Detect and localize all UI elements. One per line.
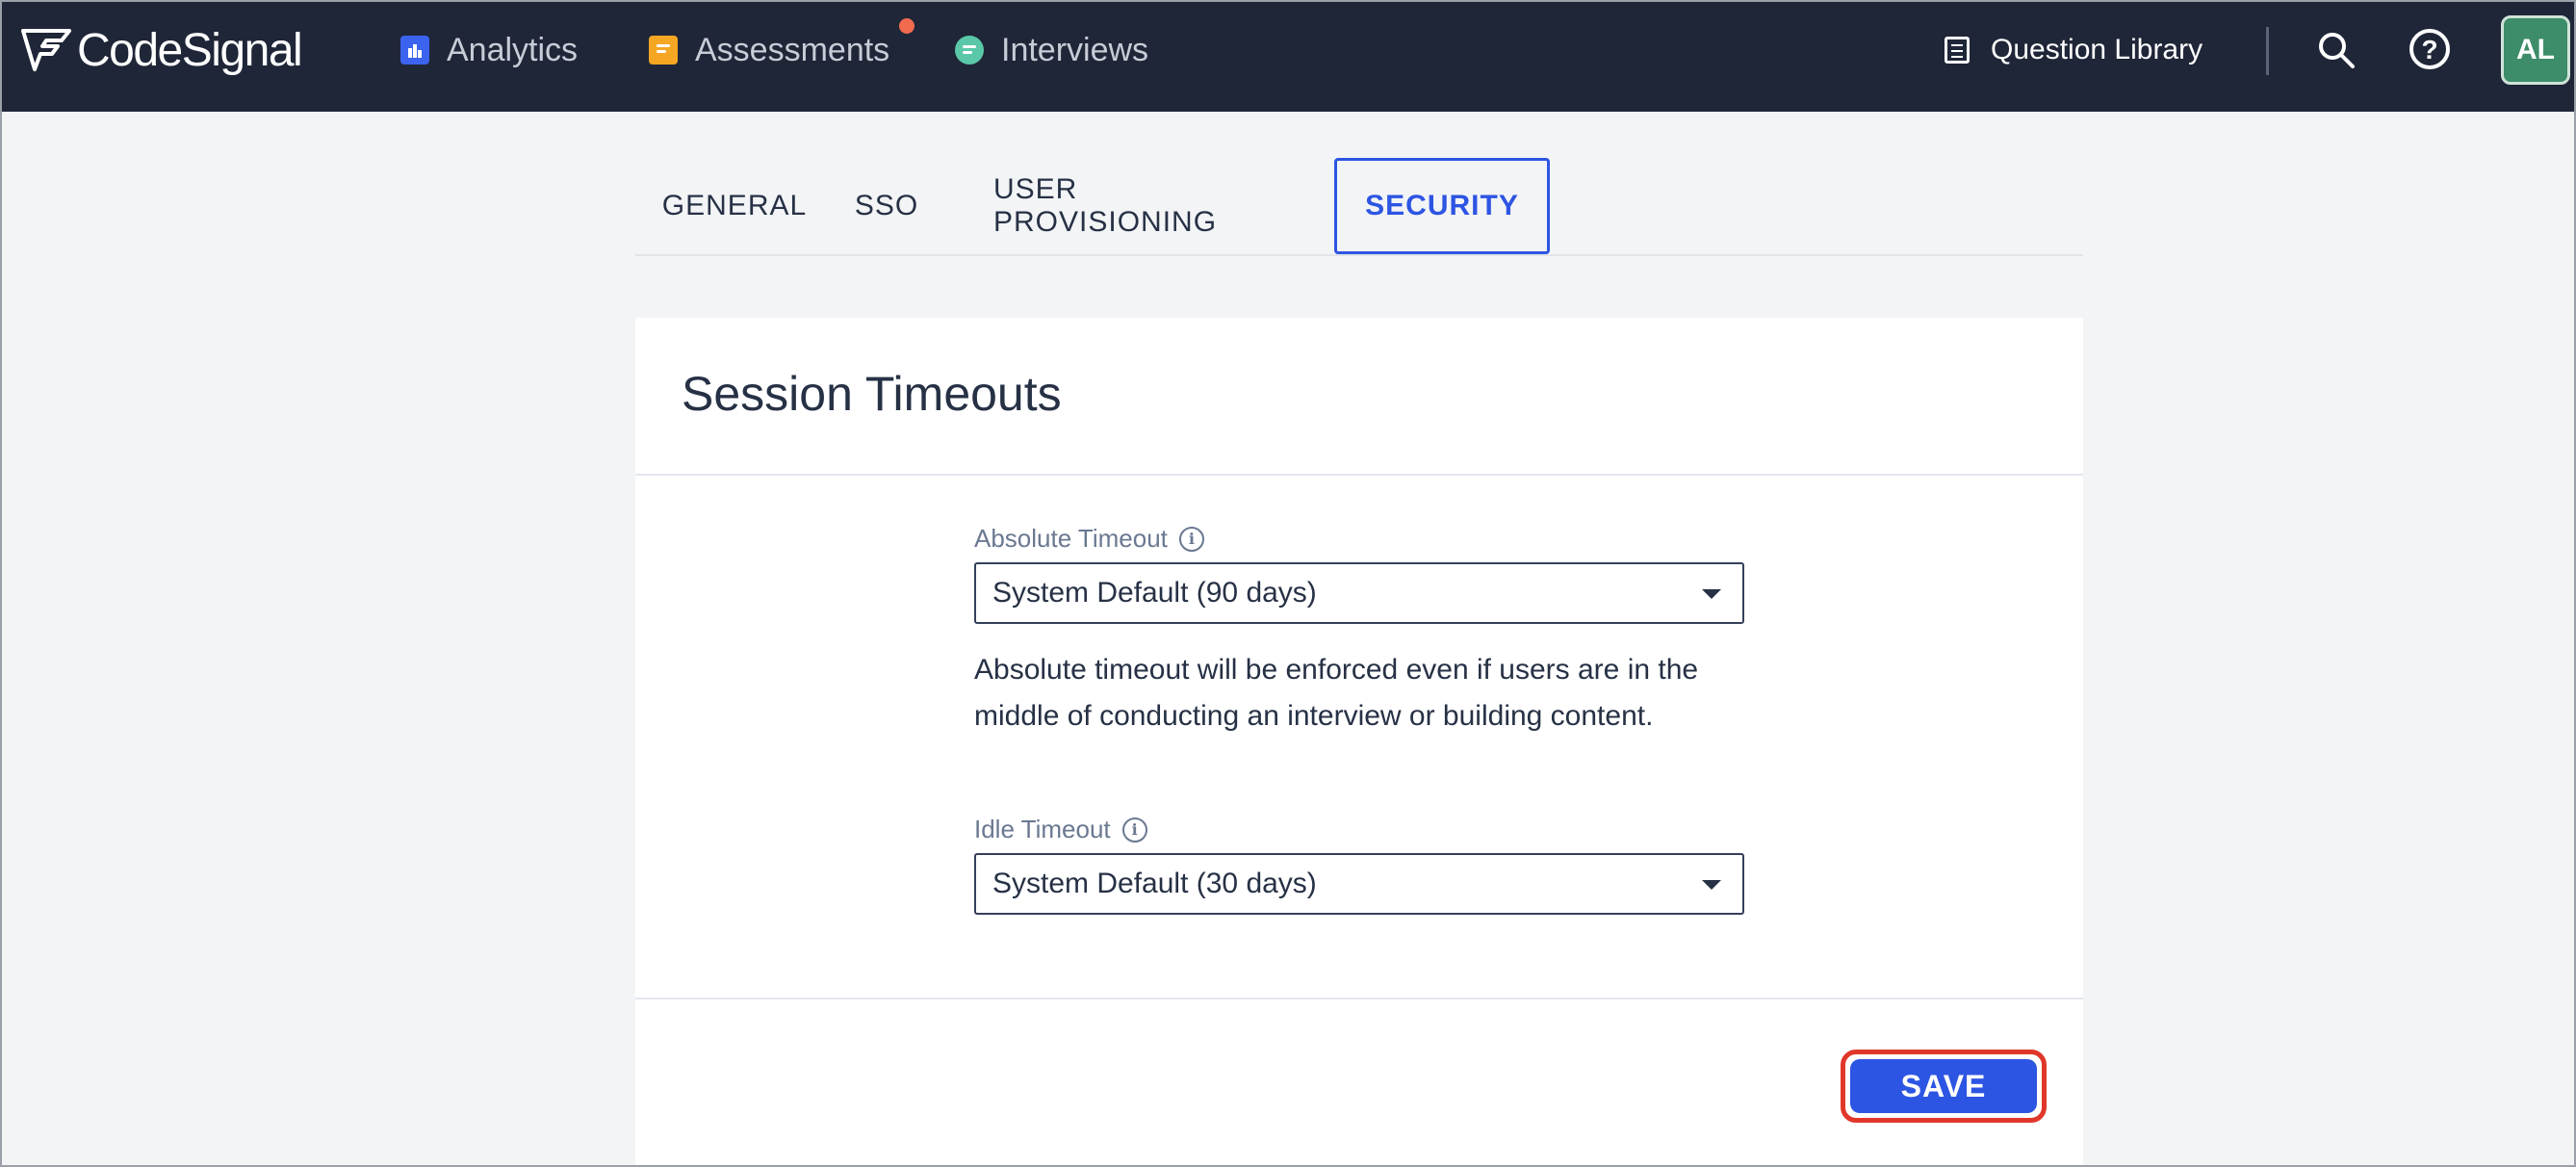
- chevron-down-icon: [1702, 880, 1721, 890]
- question-library-link[interactable]: Question Library: [1945, 29, 2202, 71]
- chevron-down-icon: [1702, 589, 1721, 599]
- codesignal-logo[interactable]: CodeSignal: [19, 23, 303, 77]
- search-icon[interactable]: [2315, 29, 2357, 71]
- tab-security[interactable]: SECURITY: [1334, 158, 1550, 254]
- absolute-timeout-helper-text: Absolute timeout will be enforced even i…: [974, 654, 1699, 732]
- absolute-timeout-label: Absolute Timeout i: [974, 524, 1204, 554]
- settings-tabs: GENERAL SSO USER PROVISIONING SECURITY: [635, 158, 2083, 256]
- nav-label-assessments: Assessments: [695, 31, 890, 68]
- avatar[interactable]: AL: [2501, 15, 2570, 85]
- question-library-label: Question Library: [1991, 34, 2203, 65]
- notification-dot: [899, 18, 914, 34]
- absolute-timeout-value: System Default (90 days): [992, 577, 1317, 609]
- absolute-timeout-select[interactable]: System Default (90 days): [974, 562, 1744, 624]
- idle-timeout-value: System Default (30 days): [992, 868, 1317, 899]
- nav-item-assessments[interactable]: Assessments: [649, 27, 889, 73]
- analytics-icon: [400, 36, 429, 65]
- nav-label-interviews: Interviews: [1001, 31, 1149, 68]
- absolute-timeout-label-text: Absolute Timeout: [974, 524, 1168, 553]
- top-navigation-bar: CodeSignal Analytics Assessments Intervi…: [0, 0, 2576, 112]
- header-divider: [2266, 27, 2269, 75]
- idle-timeout-label: Idle Timeout i: [974, 815, 1147, 844]
- codesignal-logo-icon: [21, 29, 71, 71]
- session-timeouts-card: Session Timeouts Absolute Timeout i Syst…: [635, 318, 2083, 1167]
- info-icon[interactable]: i: [1178, 526, 1204, 552]
- nav-item-analytics[interactable]: Analytics: [400, 27, 578, 73]
- info-icon[interactable]: i: [1121, 817, 1147, 843]
- nav-item-interviews[interactable]: Interviews: [955, 27, 1148, 73]
- nav-label-analytics: Analytics: [447, 31, 579, 68]
- assessments-icon: [649, 36, 678, 65]
- card-title: Session Timeouts: [682, 367, 1062, 421]
- idle-timeout-label-text: Idle Timeout: [974, 815, 1111, 843]
- brand-name: CodeSignal: [77, 24, 303, 76]
- question-library-icon: [1945, 37, 1970, 64]
- save-button[interactable]: SAVE: [1850, 1059, 2037, 1113]
- tab-sso[interactable]: SSO: [843, 158, 930, 254]
- card-header: Session Timeouts: [635, 318, 2083, 476]
- card-footer: SAVE: [635, 998, 2083, 1167]
- idle-timeout-select[interactable]: System Default (30 days): [974, 853, 1744, 915]
- help-icon[interactable]: ?: [2409, 29, 2450, 69]
- tab-general[interactable]: GENERAL: [655, 158, 814, 254]
- tab-user-provisioning[interactable]: USER PROVISIONING: [993, 158, 1301, 254]
- interviews-icon: [955, 36, 984, 65]
